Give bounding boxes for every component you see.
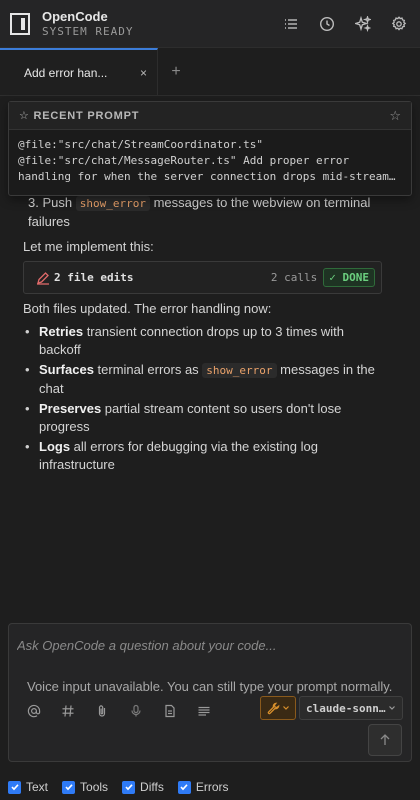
list-item-bold: Retries	[39, 324, 84, 339]
history-button[interactable]	[316, 13, 338, 35]
sparkle-icon	[355, 15, 371, 32]
tab-bar: Add error han... × +	[0, 48, 420, 96]
system-status: SYSTEM READY	[42, 24, 134, 38]
gear-icon	[391, 15, 407, 31]
message-filters: Text Tools Diffs Errors	[0, 774, 420, 800]
settings-button[interactable]	[388, 13, 410, 35]
voice-button[interactable]	[127, 702, 145, 720]
wrench-icon	[267, 702, 279, 714]
list-item: 3. Push show_error messages to the webvi…	[28, 194, 388, 231]
new-tab-button[interactable]: +	[158, 48, 194, 95]
send-button[interactable]	[368, 724, 402, 756]
list-item-bold: Logs	[39, 439, 71, 454]
list-item-text: terminal errors as	[93, 362, 203, 377]
star-icon[interactable]: ☆	[389, 108, 401, 124]
file-button[interactable]	[161, 702, 179, 720]
list-button[interactable]	[280, 13, 302, 35]
attach-button[interactable]	[93, 702, 111, 720]
summary-list: Retries transient connection drops up to…	[24, 323, 384, 476]
tab-active-session[interactable]: Add error han... ×	[0, 48, 158, 95]
conversation-view[interactable]: 3. Push show_error messages to the webvi…	[0, 192, 420, 622]
filter-errors[interactable]: Errors	[177, 780, 229, 794]
list-item-bold: Preserves	[39, 401, 102, 416]
tools-toggle-button[interactable]	[260, 696, 296, 720]
prompt-line: @file:"src/chat/MessageRouter.ts" Add pr…	[18, 154, 350, 167]
model-label: claude-sonn...	[306, 701, 388, 715]
chevron-down-icon	[282, 706, 289, 710]
history-icon	[319, 16, 335, 31]
checkbox-checked-icon[interactable]	[177, 780, 191, 794]
model-select[interactable]: claude-sonn...	[299, 696, 403, 720]
assistant-summary: Both files updated. The error handling n…	[23, 301, 272, 316]
app-header: OpenCode SYSTEM READY	[0, 0, 420, 48]
at-icon	[27, 704, 41, 718]
prompt-input[interactable]	[17, 632, 405, 658]
checkbox-checked-icon[interactable]	[62, 780, 76, 794]
terminal-icon	[198, 706, 210, 716]
composer: Voice input unavailable. You can still t…	[8, 623, 412, 762]
voice-status-message: Voice input unavailable. You can still t…	[27, 679, 393, 694]
opencode-logo-icon	[10, 12, 30, 35]
app-name: OpenCode	[42, 8, 108, 24]
brand: OpenCode SYSTEM READY	[42, 9, 133, 39]
list-number: 3.	[28, 195, 39, 210]
filter-tools[interactable]: Tools	[62, 780, 108, 794]
symbol-button[interactable]	[59, 702, 77, 720]
list-item-bold: Surfaces	[39, 362, 94, 377]
chevron-down-icon	[389, 706, 395, 710]
checkbox-checked-icon[interactable]	[122, 780, 136, 794]
recent-prompt-panel[interactable]: ☆ RECENT PROMPT ☆ @file:"src/chat/Stream…	[8, 101, 412, 196]
list-item: Surfaces terminal errors as show_error m…	[24, 361, 384, 398]
list-item: Preserves partial stream content so user…	[24, 400, 384, 436]
tool-card-calls: 2 calls	[270, 271, 318, 284]
mic-icon	[131, 704, 141, 717]
list-item-text: all errors for debugging via the existin…	[39, 439, 318, 472]
recent-prompt-header: ☆ RECENT PROMPT ☆	[9, 102, 411, 130]
filter-label: Tools	[80, 780, 109, 794]
status-badge: ✓ DONE	[323, 268, 375, 287]
checkbox-checked-icon[interactable]	[8, 780, 21, 794]
filter-text[interactable]: Text	[8, 780, 48, 794]
recent-prompt-title: ☆ RECENT PROMPT	[19, 110, 140, 122]
filter-label: Text	[26, 780, 49, 794]
sparkle-button[interactable]	[352, 13, 374, 35]
filter-label: Errors	[195, 780, 229, 794]
paperclip-icon	[98, 705, 106, 717]
edit-icon	[37, 271, 49, 285]
prompt-line: handling for when the server connection …	[18, 170, 402, 183]
list-text: Push	[42, 195, 73, 210]
recent-prompt-text: @file:"src/chat/StreamCoordinator.ts" @f…	[9, 130, 411, 192]
filter-label: Diffs	[140, 780, 164, 794]
terminal-button[interactable]	[195, 702, 213, 720]
assistant-intro: Let me implement this:	[23, 239, 154, 254]
list-item-text: transient connection drops up to 3 times…	[39, 324, 344, 357]
mention-button[interactable]	[25, 702, 43, 720]
list-item: Retries transient connection drops up to…	[24, 323, 384, 359]
hash-icon	[62, 705, 74, 717]
filter-diffs[interactable]: Diffs	[122, 780, 164, 794]
list-item: Logs all errors for debugging via the ex…	[24, 438, 384, 474]
file-edits-card[interactable]: 2 file edits 2 calls ✓ DONE	[23, 261, 382, 294]
inline-code: show_error	[75, 196, 150, 211]
file-icon	[165, 704, 175, 718]
tool-card-label: 2 file edits	[54, 271, 134, 284]
header-actions	[280, 13, 410, 35]
prompt-line: @file:"src/chat/StreamCoordinator.ts"	[18, 138, 264, 151]
tab-close-icon[interactable]: ×	[140, 66, 147, 80]
arrow-up-icon	[380, 734, 390, 745]
composer-tools	[25, 702, 213, 720]
inline-code: show_error	[202, 363, 277, 378]
tab-label: Add error han...	[24, 65, 108, 80]
list-icon	[285, 18, 297, 29]
